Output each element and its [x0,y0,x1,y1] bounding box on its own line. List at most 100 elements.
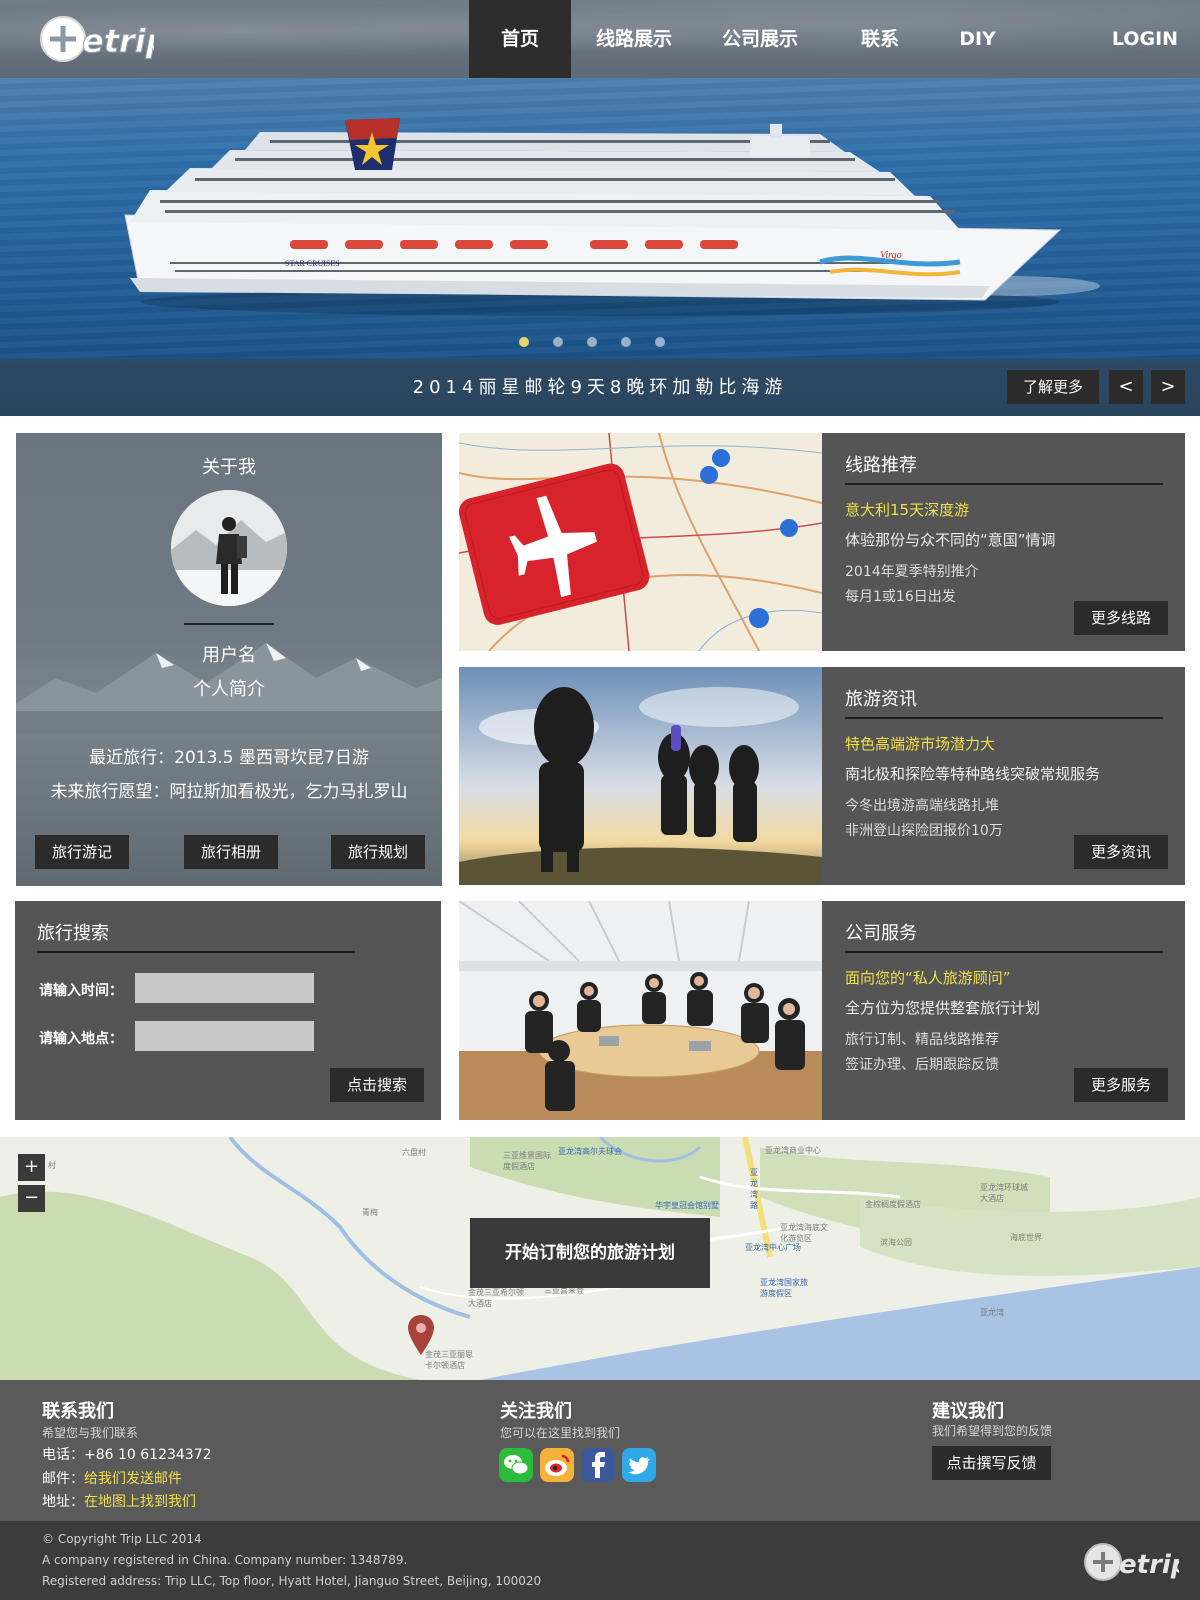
phone-label: 电话： [42,1447,84,1463]
map-label-sea: 亚龙湾 [980,1308,1004,1317]
map-label-pines: 金棕榈度假酒店 [865,1200,921,1209]
route-divider [845,483,1163,485]
copyright-text: © Copyright Trip LLC 2014 [42,1532,202,1546]
company-services-panel: 公司服务 面向您的“私人旅游顾问” 全方位为您提供整套旅行计划 旅行订制、精品线… [822,901,1185,1120]
about-divider [184,623,274,625]
about-me-panel: 关于我 用户名 个人简介 最近旅行：2013.5 墨西哥坎昆7日游 未来旅行愿望… [16,433,442,886]
map-label-ring: 亚龙湾环球城大酒店 [980,1183,1028,1203]
contact-title: 联系我们 [42,1401,114,1422]
services-highlight[interactable]: 面向您的“私人旅游顾问” [845,967,1011,988]
contact-sub: 希望您与我们联系 [42,1426,139,1440]
nav-routes[interactable]: 线路展示 [584,0,684,78]
carousel-prev-button[interactable]: < [1109,370,1143,404]
services-divider [845,951,1163,953]
hikers-image [459,667,822,885]
weibo-icon[interactable] [540,1448,574,1482]
carousel-next-button[interactable]: > [1151,370,1185,404]
nav-contact[interactable]: 联系 [830,0,930,78]
contact-mail: 邮件：给我们发送邮件 [42,1468,182,1488]
news-desc: 南北极和探险等特种路线突破常规服务 [845,765,1101,783]
map-zoom-out-button[interactable]: − [18,1185,45,1212]
map-label-park: 亚龙湾国家旅游度假区 [760,1278,808,1298]
place-input[interactable] [135,1021,314,1051]
services-desc: 全方位为您提供整套旅行计划 [845,999,1041,1017]
follow-title: 关注我们 [500,1401,572,1422]
route-line-1: 2014年夏季特别推介 [845,564,979,580]
footer-legal-section: © Copyright Trip LLC 2014 A company regi… [0,1521,1200,1600]
map-label-resort1: 三亚维景国际度假酒店 [503,1151,551,1171]
map-zoom-in-button[interactable]: + [18,1154,45,1181]
start-custom-plan-button[interactable]: 开始订制您的旅游计划 [470,1218,710,1288]
suggest-title: 建议我们 [932,1401,1004,1422]
footer-logo-text: etrip [1119,1550,1179,1580]
nav-diy[interactable]: DIY [930,0,1025,78]
travel-news-panel: 旅游资讯 特色高端游市场潜力大 南北极和探险等特种路线突破常规服务 今冬出境游高… [822,667,1185,885]
map-label-qingmei: 青梅 [362,1208,378,1217]
twitter-icon[interactable] [622,1448,656,1482]
news-line-2: 非洲登山探险团报价10万 [845,823,1003,839]
future-wish: 未来旅行愿望：阿拉斯加看极光，乞力马扎罗山 [50,782,408,802]
carousel-dots [519,337,665,347]
search-divider [37,951,355,953]
route-recommend-panel: 线路推荐 意大利15天深度游 体验那份与众不同的“意国”情调 2014年夏季特别… [822,433,1185,651]
travel-album-button[interactable]: 旅行相册 [184,835,278,869]
services-title: 公司服务 [845,923,917,944]
meeting-image [459,901,822,1120]
time-label: 请输入时间： [39,983,123,999]
travel-journal-button[interactable]: 旅行游记 [35,835,129,869]
registered-address-text: Registered address: Trip LLC, Top floor,… [42,1574,542,1588]
nav-company[interactable]: 公司展示 [710,0,810,78]
logo-text: etrip [82,22,154,60]
news-title: 旅游资讯 [845,689,917,710]
map-label-haiwei: 海底世界 [1010,1233,1042,1242]
carousel-dot-2[interactable] [553,337,563,347]
carousel-dot-5[interactable] [655,337,665,347]
travel-search-panel: 旅行搜索 请输入时间： 请输入地点： 点击搜索 [15,901,441,1120]
route-line-2: 每月1或16日出发 [845,589,956,605]
find-on-map-link[interactable]: 在地图上找到我们 [84,1494,196,1510]
wechat-icon[interactable] [499,1448,533,1482]
travel-plan-button[interactable]: 旅行规划 [331,835,425,869]
map-label-golf: 亚龙湾高尔夫球会 [558,1147,622,1156]
map-label-culture: 亚龙湾海底文化游览区 [780,1223,828,1243]
news-divider [845,717,1163,719]
route-desc: 体验那份与众不同的“意国”情调 [845,531,1056,549]
learn-more-button[interactable]: 了解更多 [1007,370,1099,404]
nav-home[interactable]: 首页 [469,0,571,78]
facebook-icon[interactable] [581,1448,615,1482]
carousel-dot-1[interactable] [519,337,529,347]
etrip-logo[interactable]: etrip [38,12,154,66]
recent-trip: 最近旅行：2013.5 墨西哥坎昆7日游 [89,748,369,768]
write-feedback-button[interactable]: 点击撰写反馈 [932,1446,1051,1480]
phone-value: +86 10 61234372 [84,1447,212,1463]
route-title: 线路推荐 [845,455,917,476]
nav-login[interactable]: LOGIN [1095,0,1195,78]
footer-etrip-logo[interactable]: etrip [1083,1539,1179,1585]
route-highlight[interactable]: 意大利15天深度游 [845,499,969,520]
carousel-dot-3[interactable] [587,337,597,347]
more-services-button[interactable]: 更多服务 [1074,1068,1168,1102]
more-routes-button[interactable]: 更多线路 [1074,601,1168,635]
search-submit-button[interactable]: 点击搜索 [330,1068,424,1102]
news-line-1: 今冬出境游高端线路扎堆 [845,798,999,814]
map-label-ritz: 金茂三亚丽思卡尔顿酒店 [425,1350,473,1370]
user-avatar[interactable] [171,490,287,606]
ship-hull-name: STAR CRUISES [285,259,340,268]
mail-label: 邮件： [42,1471,84,1487]
username: 用户名 [202,645,256,666]
more-news-button[interactable]: 更多资讯 [1074,835,1168,869]
send-mail-link[interactable]: 给我们发送邮件 [84,1471,182,1487]
search-title: 旅行搜索 [37,923,109,944]
carousel-dot-4[interactable] [621,337,631,347]
about-title: 关于我 [202,457,256,478]
contact-phone: 电话：+86 10 61234372 [42,1444,212,1464]
route-map-image [459,433,822,651]
services-line-2: 签证办理、后期跟踪反馈 [845,1057,999,1073]
address-label: 地址： [42,1494,84,1510]
company-number-text: A company registered in China. Company n… [42,1553,408,1567]
time-input[interactable] [135,973,314,1003]
map-label-liuhe: 六盘村 [402,1148,426,1157]
map-label-jinmao: 金茂三亚希尔顿大酒店 [468,1288,524,1308]
hero-banner: STAR CRUISES Virgo etrip 首页 线路展示 公司展示 联系… [0,0,1200,416]
news-highlight[interactable]: 特色高端游市场潜力大 [845,733,995,754]
